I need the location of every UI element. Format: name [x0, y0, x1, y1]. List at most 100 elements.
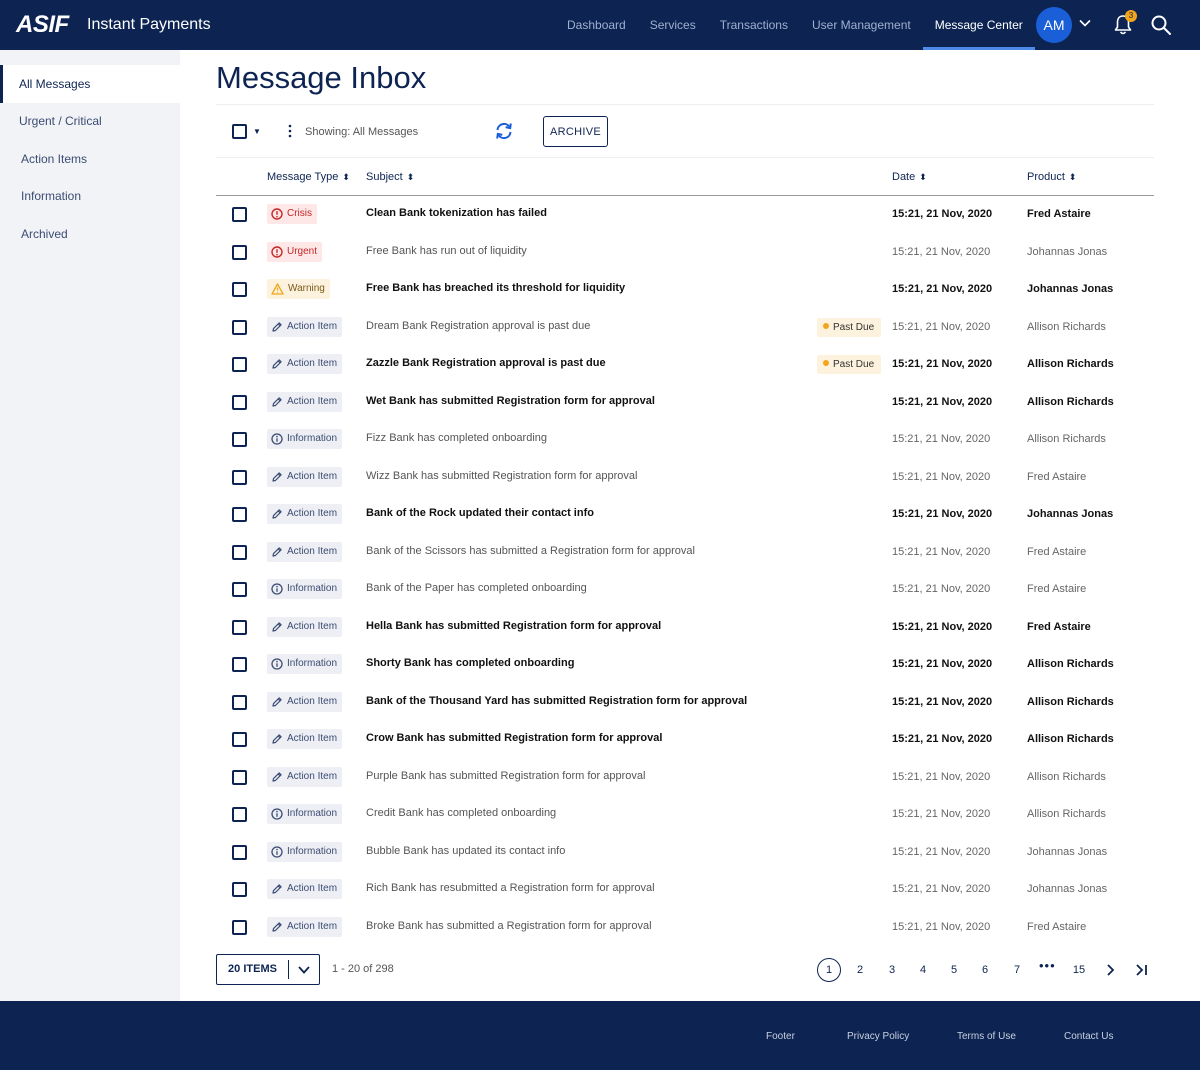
- table-row[interactable]: Action Item Zazzle Bank Registration appr…: [216, 346, 1154, 384]
- sidebar-item-urgent-critical[interactable]: Urgent / Critical: [0, 102, 180, 140]
- refresh-icon[interactable]: [494, 121, 514, 141]
- page-3[interactable]: 3: [880, 958, 904, 982]
- column-header-message-type[interactable]: Message Type ⬍: [267, 171, 350, 183]
- table-row[interactable]: Action Item Hella Bank has submitted Regi…: [216, 609, 1154, 647]
- table-row[interactable]: Urgent Free Bank has run out of liquidity…: [216, 234, 1154, 272]
- asif-logo[interactable]: ASIF: [16, 11, 69, 39]
- row-checkbox[interactable]: [232, 394, 247, 410]
- message-subject[interactable]: Bank of the Scissors has submitted a Reg…: [366, 545, 695, 557]
- avatar[interactable]: AM: [1036, 7, 1072, 43]
- message-subject[interactable]: Fizz Bank has completed onboarding: [366, 432, 547, 444]
- page-7[interactable]: 7: [1005, 958, 1029, 982]
- message-subject[interactable]: Free Bank has breached its threshold for…: [366, 282, 625, 294]
- message-subject[interactable]: Free Bank has run out of liquidity: [366, 245, 527, 257]
- page-5[interactable]: 5: [942, 958, 966, 982]
- sort-icon[interactable]: ⬍: [919, 172, 927, 182]
- nav-message-center[interactable]: Message Center: [922, 0, 1035, 50]
- table-row[interactable]: Warning Free Bank has breached its thresh…: [216, 271, 1154, 309]
- table-row[interactable]: Action Item Crow Bank has submitted Regis…: [216, 721, 1154, 759]
- nav-dashboard[interactable]: Dashboard: [555, 0, 638, 50]
- message-subject[interactable]: Shorty Bank has completed onboarding: [366, 657, 574, 669]
- table-row[interactable]: Action Item Rich Bank has resubmitted a R…: [216, 871, 1154, 909]
- message-subject[interactable]: Rich Bank has resubmitted a Registration…: [366, 882, 655, 894]
- sidebar-item-action-items[interactable]: Action Items: [0, 140, 180, 178]
- table-row[interactable]: Action Item Dream Bank Registration appro…: [216, 309, 1154, 347]
- table-row[interactable]: Action Item Bank of the Thousand Yard has…: [216, 684, 1154, 722]
- chevron-down-icon[interactable]: [1078, 16, 1092, 30]
- column-header-product[interactable]: Product ⬍: [1027, 171, 1076, 183]
- row-checkbox[interactable]: [232, 619, 247, 635]
- sidebar-item-archived[interactable]: Archived: [0, 215, 180, 253]
- row-checkbox[interactable]: [232, 319, 247, 335]
- sidebar-item-information[interactable]: Information: [0, 177, 180, 215]
- select-menu-caret-icon[interactable]: ▼: [253, 127, 261, 136]
- table-row[interactable]: Action Item Purple Bank has submitted Reg…: [216, 759, 1154, 797]
- select-all-checkbox[interactable]: [232, 124, 247, 139]
- nav-transactions[interactable]: Transactions: [708, 0, 800, 50]
- last-page-icon[interactable]: [1133, 962, 1151, 978]
- table-row[interactable]: Information Bank of the Paper has complet…: [216, 571, 1154, 609]
- sort-icon[interactable]: ⬍: [1069, 172, 1077, 182]
- footer-link[interactable]: Footer: [766, 1031, 795, 1042]
- table-row[interactable]: Action Item Bank of the Scissors has subm…: [216, 534, 1154, 572]
- message-subject[interactable]: Dream Bank Registration approval is past…: [366, 320, 590, 332]
- row-checkbox[interactable]: [232, 657, 247, 672]
- page-1[interactable]: 1: [817, 958, 841, 982]
- message-subject[interactable]: Purple Bank has submitted Registration f…: [366, 770, 645, 782]
- row-checkbox[interactable]: [232, 282, 247, 297]
- table-row[interactable]: Action Item Wizz Bank has submitted Regis…: [216, 459, 1154, 497]
- row-checkbox[interactable]: [232, 582, 247, 597]
- row-checkbox[interactable]: [232, 432, 247, 447]
- sidebar-item-all-messages[interactable]: All Messages: [0, 65, 180, 103]
- sort-icon[interactable]: ⬍: [342, 172, 350, 182]
- nav-user-management[interactable]: User Management: [800, 0, 923, 50]
- more-options-icon[interactable]: [284, 123, 296, 139]
- column-header-date[interactable]: Date ⬍: [892, 171, 927, 183]
- table-row[interactable]: Action Item Broke Bank has submitted a Re…: [216, 909, 1154, 947]
- archive-button[interactable]: ARCHIVE: [543, 116, 608, 147]
- contact-us-link[interactable]: Contact Us: [1064, 1031, 1113, 1042]
- row-checkbox[interactable]: [232, 507, 247, 522]
- sort-icon[interactable]: ⬍: [407, 172, 415, 182]
- row-checkbox[interactable]: [232, 807, 247, 822]
- page-6[interactable]: 6: [973, 958, 997, 982]
- row-checkbox[interactable]: [232, 544, 247, 560]
- row-checkbox[interactable]: [232, 244, 247, 260]
- terms-of-use-link[interactable]: Terms of Use: [957, 1031, 1016, 1042]
- table-row[interactable]: Crisis Clean Bank tokenization has failed…: [216, 196, 1154, 234]
- message-subject[interactable]: Wizz Bank has submitted Registration for…: [366, 470, 637, 482]
- message-subject[interactable]: Credit Bank has completed onboarding: [366, 807, 556, 819]
- page-2[interactable]: 2: [848, 958, 872, 982]
- privacy-policy-link[interactable]: Privacy Policy: [847, 1031, 909, 1042]
- message-subject[interactable]: Clean Bank tokenization has failed: [366, 207, 547, 219]
- page-last-number[interactable]: 15: [1067, 958, 1091, 982]
- row-checkbox[interactable]: [232, 207, 247, 222]
- row-checkbox[interactable]: [232, 919, 247, 935]
- table-row[interactable]: Information Shorty Bank has completed onb…: [216, 646, 1154, 684]
- message-subject[interactable]: Zazzle Bank Registration approval is pas…: [366, 357, 606, 369]
- row-checkbox[interactable]: [232, 357, 247, 372]
- page-size-select[interactable]: 20 ITEMS: [216, 954, 320, 985]
- row-checkbox[interactable]: [232, 732, 247, 747]
- message-subject[interactable]: Bubble Bank has updated its contact info: [366, 845, 565, 857]
- column-header-subject[interactable]: Subject ⬍: [366, 171, 414, 183]
- message-subject[interactable]: Crow Bank has submitted Registration for…: [366, 732, 662, 744]
- table-row[interactable]: Information Credit Bank has completed onb…: [216, 796, 1154, 834]
- search-icon[interactable]: [1150, 14, 1172, 36]
- chevron-down-icon[interactable]: [289, 962, 319, 978]
- table-row[interactable]: Information Bubble Bank has updated its c…: [216, 834, 1154, 872]
- nav-services[interactable]: Services: [638, 0, 708, 50]
- message-subject[interactable]: Broke Bank has submitted a Registration …: [366, 920, 652, 932]
- row-checkbox[interactable]: [232, 844, 247, 860]
- message-subject[interactable]: Wet Bank has submitted Registration form…: [366, 395, 655, 407]
- table-row[interactable]: Action Item Wet Bank has submitted Regist…: [216, 384, 1154, 422]
- row-checkbox[interactable]: [232, 469, 247, 485]
- chevron-right-icon[interactable]: [1103, 962, 1117, 978]
- message-subject[interactable]: Bank of the Paper has completed onboardi…: [366, 582, 587, 594]
- row-checkbox[interactable]: [232, 882, 247, 897]
- page-4[interactable]: 4: [911, 958, 935, 982]
- message-subject[interactable]: Hella Bank has submitted Registration fo…: [366, 620, 661, 632]
- message-subject[interactable]: Bank of the Rock updated their contact i…: [366, 507, 594, 519]
- message-subject[interactable]: Bank of the Thousand Yard has submitted …: [366, 695, 747, 707]
- table-row[interactable]: Action Item Bank of the Rock updated thei…: [216, 496, 1154, 534]
